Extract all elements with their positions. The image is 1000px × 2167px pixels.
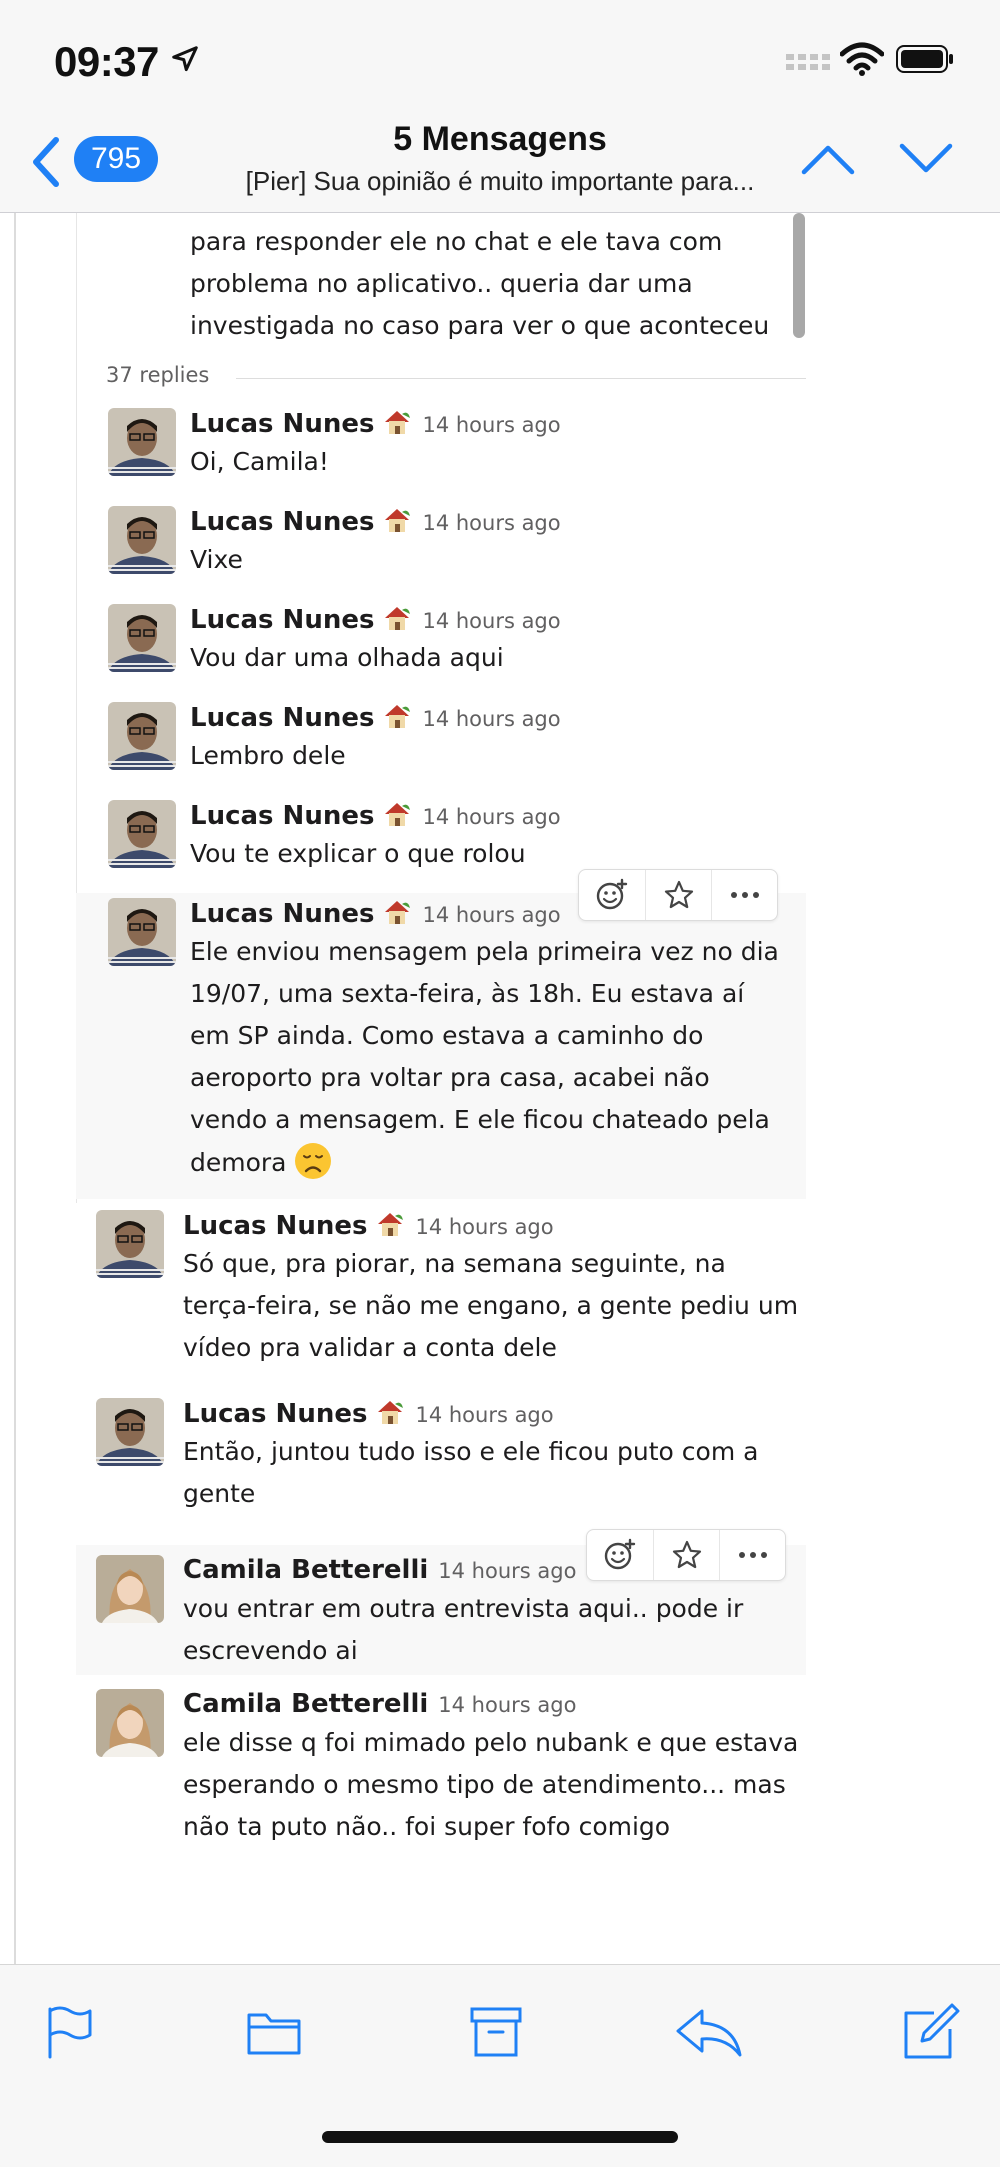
author-name[interactable]: Lucas Nunes <box>190 703 374 733</box>
message-actions-toolbar <box>578 869 778 921</box>
message-timestamp[interactable]: 14 hours ago <box>422 413 560 437</box>
star-icon <box>664 880 694 909</box>
replies-separator: 37 replies <box>106 363 806 393</box>
house-status-icon <box>385 509 411 532</box>
add-reaction-icon <box>604 1538 636 1570</box>
avatar[interactable] <box>96 1689 164 1757</box>
thread-message[interactable]: Lucas Nunes 14 hours ago Só que, pra pior… <box>0 1210 1000 1390</box>
message-actions-toolbar <box>586 1529 786 1581</box>
flag-icon[interactable] <box>40 2001 100 2061</box>
message-timestamp[interactable]: 14 hours ago <box>422 511 560 535</box>
avatar[interactable] <box>96 1210 164 1278</box>
more-actions-icon <box>731 892 759 898</box>
message-text: Oi, Camila! <box>190 447 329 476</box>
battery-icon <box>896 45 953 73</box>
reply-icon[interactable] <box>672 2001 744 2061</box>
more-actions-button[interactable] <box>719 1530 786 1580</box>
thread-message[interactable]: Lucas Nunes 14 hours ago Então, juntou tu… <box>0 1398 1000 1538</box>
house-status-icon <box>385 901 411 924</box>
chevron-left-icon[interactable] <box>28 134 64 190</box>
avatar[interactable] <box>108 800 176 868</box>
add-reaction-icon <box>596 878 628 910</box>
status-time: 09:37 <box>54 38 159 85</box>
star-button[interactable] <box>645 870 712 920</box>
house-status-icon <box>385 705 411 728</box>
thread-subject: [Pier] Sua opinião é muito importante pa… <box>245 166 755 196</box>
avatar[interactable] <box>96 1398 164 1466</box>
unread-count-badge[interactable]: 795 <box>74 136 158 182</box>
add-reaction-button[interactable] <box>587 1530 653 1580</box>
message-timestamp[interactable]: 14 hours ago <box>415 1215 553 1239</box>
message-timestamp[interactable]: 14 hours ago <box>422 805 560 829</box>
avatar[interactable] <box>96 1555 164 1623</box>
add-reaction-button[interactable] <box>579 870 645 920</box>
status-bar: 09:37 <box>0 0 1000 120</box>
author-name[interactable]: Lucas Nunes <box>190 605 374 635</box>
message-text: vou entrar em outra entrevista aqui.. po… <box>183 1594 744 1665</box>
disappointed-face-icon <box>294 1143 331 1179</box>
star-button[interactable] <box>653 1530 720 1580</box>
author-name[interactable]: Lucas Nunes <box>190 801 374 831</box>
message-timestamp[interactable]: 14 hours ago <box>438 1693 576 1717</box>
avatar[interactable] <box>108 408 176 476</box>
house-status-icon <box>385 411 411 434</box>
more-actions-button[interactable] <box>711 870 778 920</box>
email-body[interactable]: para responder ele no chat e ele tava co… <box>0 213 1000 1965</box>
folder-icon[interactable] <box>244 2001 304 2061</box>
thread-message[interactable]: Lucas Nunes 14 hours ago Vou te explicar … <box>0 800 1000 890</box>
message-timestamp[interactable]: 14 hours ago <box>438 1559 576 1583</box>
archive-icon[interactable] <box>466 2001 526 2061</box>
author-name[interactable]: Camila Betterelli <box>183 1689 428 1719</box>
house-status-icon <box>378 1213 404 1236</box>
message-timestamp[interactable]: 14 hours ago <box>422 903 560 927</box>
message-text: Vixe <box>190 545 243 574</box>
author-name[interactable]: Lucas Nunes <box>190 899 374 929</box>
author-name[interactable]: Lucas Nunes <box>183 1211 367 1241</box>
house-status-icon <box>385 803 411 826</box>
home-indicator[interactable] <box>322 2131 678 2143</box>
message-timestamp[interactable]: 14 hours ago <box>422 609 560 633</box>
avatar[interactable] <box>108 898 176 966</box>
house-status-icon <box>385 607 411 630</box>
thread-message-hovered[interactable]: Camila Betterelli 14 hours ago vou entrar… <box>76 1529 806 1675</box>
message-timestamp[interactable]: 14 hours ago <box>415 1403 553 1427</box>
chevron-down-icon[interactable] <box>898 138 954 178</box>
message-timestamp[interactable]: 14 hours ago <box>422 707 560 731</box>
cellular-signal-icon <box>786 54 830 70</box>
wifi-icon <box>840 42 884 76</box>
message-text: Vou dar uma olhada aqui <box>190 643 504 672</box>
star-icon <box>672 1540 702 1569</box>
author-name[interactable]: Lucas Nunes <box>190 409 374 439</box>
thread-message[interactable]: Lucas Nunes 14 hours ago Vixe <box>0 506 1000 596</box>
author-name[interactable]: Lucas Nunes <box>183 1399 367 1429</box>
house-status-icon <box>378 1401 404 1424</box>
avatar[interactable] <box>108 604 176 672</box>
thread-message[interactable]: Lucas Nunes 14 hours ago Vou dar uma olha… <box>0 604 1000 694</box>
message-body: Ele enviou mensagem pela primeira vez no… <box>190 937 779 1177</box>
divider <box>236 378 806 379</box>
message-text: Lembro dele <box>190 741 346 770</box>
author-name[interactable]: Camila Betterelli <box>183 1555 428 1585</box>
author-name[interactable]: Lucas Nunes <box>190 507 374 537</box>
compose-icon[interactable] <box>900 2001 960 2061</box>
message-text: Só que, pra piorar, na semana seguinte, … <box>183 1249 799 1362</box>
message-text: Então, juntou tudo isso e ele ficou puto… <box>183 1437 759 1508</box>
message-text: Ele enviou mensagem pela primeira vez no… <box>190 931 790 1184</box>
thread-message[interactable]: Camila Betterelli 14 hours ago ele disse … <box>0 1689 1000 1889</box>
avatar[interactable] <box>108 702 176 770</box>
chevron-up-icon[interactable] <box>800 138 856 178</box>
scrollbar[interactable] <box>793 213 805 338</box>
thread-message[interactable]: Lucas Nunes 14 hours ago Lembro dele <box>0 702 1000 792</box>
thread-message[interactable]: Lucas Nunes 14 hours ago Oi, Camila! <box>0 408 1000 498</box>
mail-toolbar <box>0 1964 1000 2167</box>
location-arrow-icon <box>172 46 198 72</box>
avatar[interactable] <box>108 506 176 574</box>
message-text: ele disse q foi mimado pelo nubank e que… <box>183 1728 799 1841</box>
replies-count: 37 replies <box>106 363 210 387</box>
more-actions-icon <box>739 1552 767 1558</box>
thread-message-hovered[interactable]: Lucas Nunes 14 hours ago Ele enviou mensa… <box>76 869 806 1199</box>
thread-title: 5 Mensagens <box>393 120 607 158</box>
navigation-bar: 795 5 Mensagens [Pier] Sua opinião é mui… <box>0 120 1000 213</box>
original-message-text: para responder ele no chat e ele tava co… <box>190 227 770 340</box>
